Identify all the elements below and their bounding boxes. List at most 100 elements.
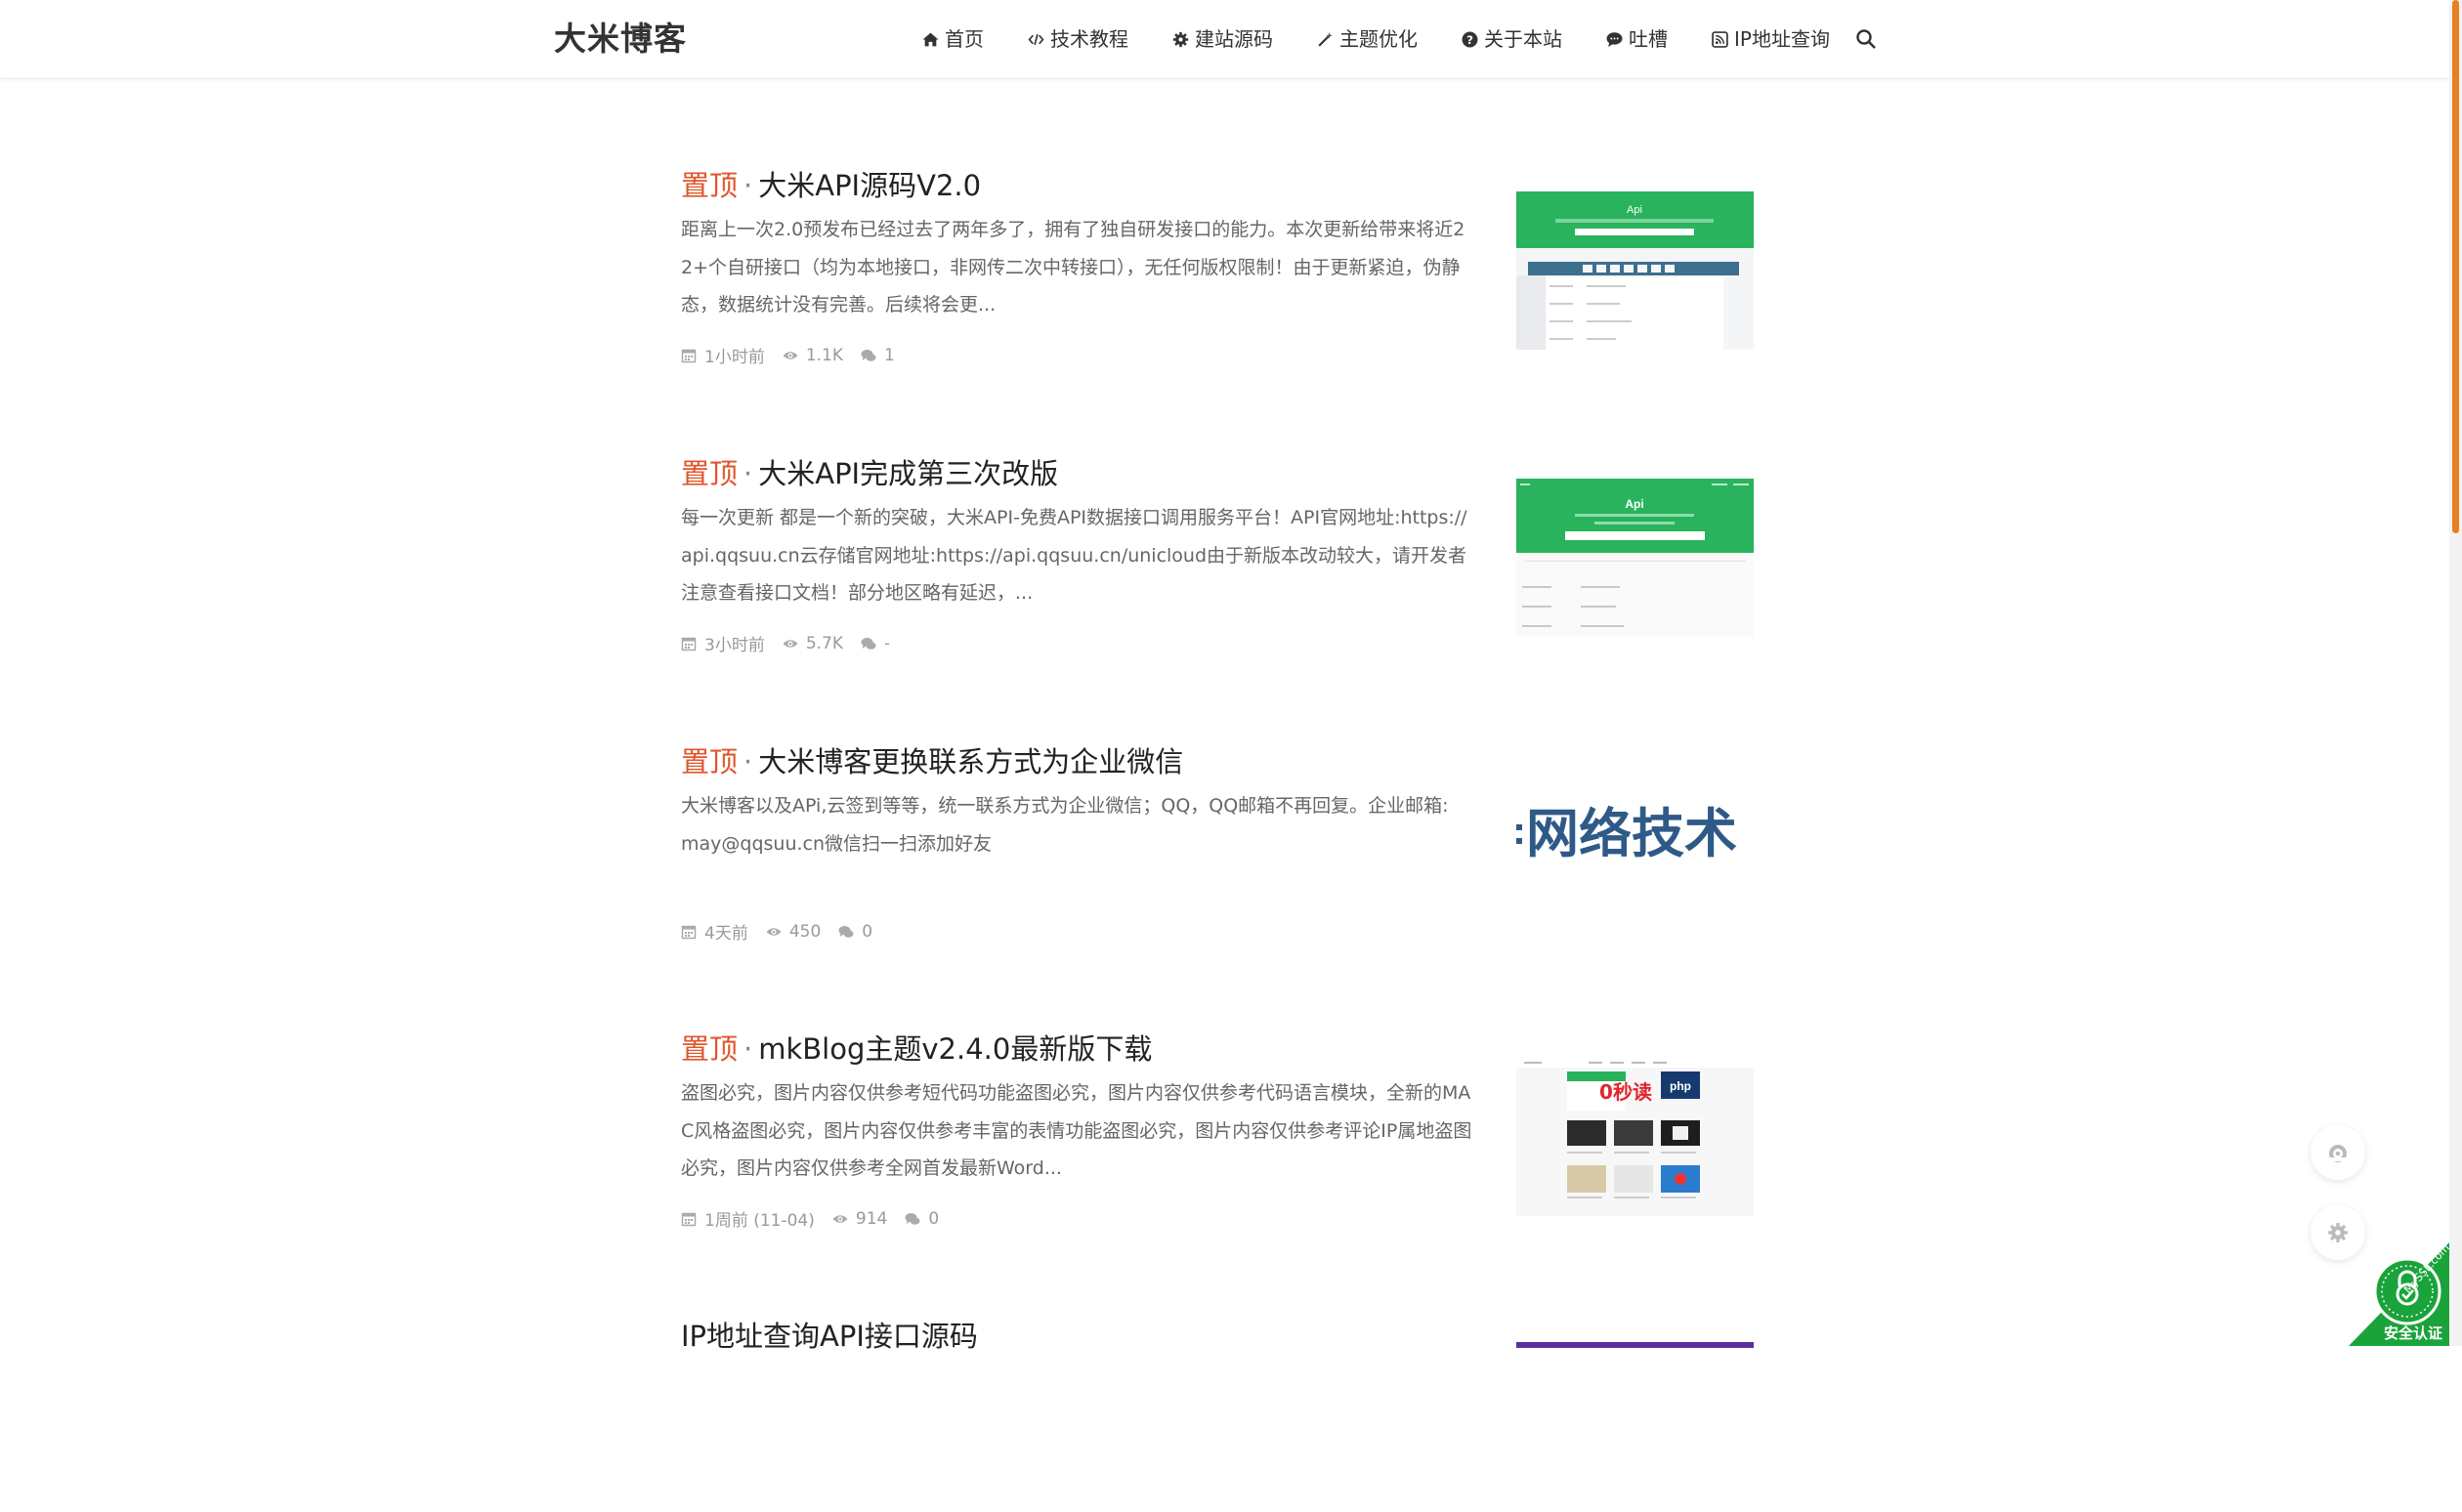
post-title[interactable]: 置顶 · 大米API完成第三次改版 xyxy=(681,454,1058,493)
post-title-text: 大米博客更换联系方式为企业微信 xyxy=(758,745,1184,778)
dashboard-icon xyxy=(2329,1145,2347,1162)
meta-comments: 0 xyxy=(838,922,872,942)
comment-icon xyxy=(1606,31,1623,47)
meta-comments-text: 1 xyxy=(884,345,895,365)
post-meta: 1小时前 1.1K 1 xyxy=(681,343,913,367)
scrollbar-thumb[interactable] xyxy=(2452,0,2459,533)
sticky-label: 置顶 xyxy=(681,169,739,202)
thumbnail-image: Api xyxy=(1516,191,1754,350)
thumb-title: Api xyxy=(1625,497,1643,511)
theme-toggle-button[interactable] xyxy=(2311,1125,2365,1180)
meta-date: 3小时前 xyxy=(681,631,765,655)
svg-text:?: ? xyxy=(1466,32,1473,46)
nav-label: 首页 xyxy=(945,27,984,51)
nav-item-theme[interactable]: 主题优化 xyxy=(1317,21,1418,57)
meta-comments: - xyxy=(861,634,890,653)
main-nav: 首页 技术教程 建站源码 主题优化 ? 关于本站 吐槽 IP地址查询 xyxy=(922,21,1874,57)
post-thumbnail[interactable]: 0秒读 php xyxy=(1516,1058,1754,1216)
post-title[interactable]: 置顶 · 大米API源码V2.0 xyxy=(681,166,981,205)
search-icon[interactable] xyxy=(1855,28,1877,50)
post-excerpt: 盗图必究，图片内容仅供参考短代码功能盗图必究，图片内容仅供参考代码语言模块，全新… xyxy=(681,1082,1472,1179)
meta-comments: 0 xyxy=(905,1209,939,1229)
rss-square-icon xyxy=(1712,30,1728,48)
comments-icon xyxy=(905,1212,920,1225)
thumbnail-image: 网络技术 xyxy=(1516,766,1754,924)
eye-icon xyxy=(766,927,782,936)
post-thumbnail[interactable]: Api xyxy=(1516,479,1754,637)
nav-item-feedback[interactable]: 吐槽 xyxy=(1606,21,1668,57)
sticky-label: 置顶 xyxy=(681,745,739,778)
sticky-label: 置顶 xyxy=(681,457,739,490)
title-separator: · xyxy=(743,745,753,778)
badge-label: 安全认证 xyxy=(2383,1324,2442,1342)
meta-date-text: 1周前 (11-04) xyxy=(704,1211,815,1231)
post-thumbnail[interactable] xyxy=(1516,1342,1754,1348)
post-item: 置顶 · 大米博客更换联系方式为企业微信 大米博客以及APi,云签到等等，统一联系方… xyxy=(681,742,1754,944)
meta-date-text: 3小时前 xyxy=(704,636,765,655)
meta-views-text: 450 xyxy=(788,921,822,942)
eye-icon xyxy=(783,351,798,359)
meta-date-text: 1小时前 xyxy=(704,348,765,367)
meta-views: 914 xyxy=(832,1209,887,1229)
meta-comments-text: 0 xyxy=(928,1208,940,1229)
eye-icon xyxy=(783,639,798,648)
post-thumbnail[interactable]: 网络技术 xyxy=(1516,766,1754,924)
post-title[interactable]: IP地址查询API接口源码 xyxy=(681,1317,978,1356)
post-title-text: 大米API完成第三次改版 xyxy=(758,457,1059,490)
nav-item-ip-lookup[interactable]: IP地址查询 xyxy=(1712,21,1830,57)
nav-label: 吐槽 xyxy=(1629,27,1668,51)
nav-item-tutorials[interactable]: 技术教程 xyxy=(1028,21,1128,57)
gear-icon xyxy=(1172,31,1189,47)
nav-item-source-code[interactable]: 建站源码 xyxy=(1172,21,1273,57)
thumbnail-image: Api xyxy=(1516,479,1754,637)
eye-icon xyxy=(832,1214,848,1223)
meta-date: 1周前 (11-04) xyxy=(681,1206,815,1231)
post-title-text: mkBlog主题v2.4.0最新版下载 xyxy=(758,1032,1153,1066)
post-title[interactable]: 置顶 · 大米博客更换联系方式为企业微信 xyxy=(681,742,1183,781)
meta-views: 450 xyxy=(766,922,821,942)
magic-wand-icon xyxy=(1318,31,1333,47)
post-thumbnail[interactable]: Api xyxy=(1516,191,1754,350)
meta-views-text: 5.7K xyxy=(805,633,844,653)
post-title[interactable]: 置顶 · mkBlog主题v2.4.0最新版下载 xyxy=(681,1029,1152,1069)
meta-comments: 1 xyxy=(861,346,895,365)
title-separator: · xyxy=(743,169,753,202)
post-excerpt: 距离上一次2.0预发布已经过去了两年多了，拥有了独自研发接口的能力。本次更新给带… xyxy=(681,219,1465,315)
nav-label: 关于本站 xyxy=(1484,27,1562,51)
code-icon xyxy=(1028,33,1044,45)
meta-comments-text: 0 xyxy=(862,921,873,942)
nav-item-home[interactable]: 首页 xyxy=(922,21,984,57)
post-meta: 4天前 450 0 xyxy=(681,919,890,944)
calendar-icon xyxy=(681,925,697,939)
thumb-title: Api xyxy=(1627,204,1642,216)
page-scrollbar[interactable] xyxy=(2449,0,2462,1346)
thumbnail-image: 0秒读 php xyxy=(1516,1058,1754,1216)
post-item: IP地址查询API接口源码 xyxy=(681,1317,1754,1512)
nav-label: 技术教程 xyxy=(1050,27,1128,51)
nav-label: 主题优化 xyxy=(1339,27,1418,51)
post-title-text: 大米API源码V2.0 xyxy=(758,169,982,202)
meta-views-text: 914 xyxy=(855,1208,888,1229)
thumb-banner-text: 网络技术 xyxy=(1526,803,1737,864)
nav-item-about[interactable]: ? 关于本站 xyxy=(1462,21,1562,57)
comments-icon xyxy=(861,349,876,361)
title-separator: · xyxy=(743,1032,753,1066)
meta-comments-text: - xyxy=(884,633,891,653)
sticky-label: 置顶 xyxy=(681,1032,739,1066)
meta-views: 1.1K xyxy=(783,346,843,365)
site-logo[interactable]: 大米博客 xyxy=(554,18,687,61)
meta-date: 4天前 xyxy=(681,919,748,944)
calendar-icon xyxy=(681,349,697,362)
site-header: 大米博客 首页 技术教程 建站源码 主题优化 ? 关于本站 吐槽 IP地址查询 xyxy=(0,0,2449,79)
calendar-icon xyxy=(681,637,697,651)
meta-date-text: 4天前 xyxy=(704,924,748,944)
post-title-text: IP地址查询API接口源码 xyxy=(681,1320,978,1353)
post-item: 置顶 · mkBlog主题v2.4.0最新版下载 盗图必究，图片内容仅供参考短代码功… xyxy=(681,1029,1754,1231)
post-item: 置顶 · 大米API源码V2.0 距离上一次2.0预发布已经过去了两年多了，拥有了独… xyxy=(681,166,1754,367)
meta-date: 1小时前 xyxy=(681,343,765,367)
nav-label: 建站源码 xyxy=(1195,27,1273,51)
comments-icon xyxy=(838,925,854,938)
calendar-icon xyxy=(681,1212,697,1226)
nav-label: IP地址查询 xyxy=(1734,27,1830,51)
title-separator: · xyxy=(743,457,753,490)
